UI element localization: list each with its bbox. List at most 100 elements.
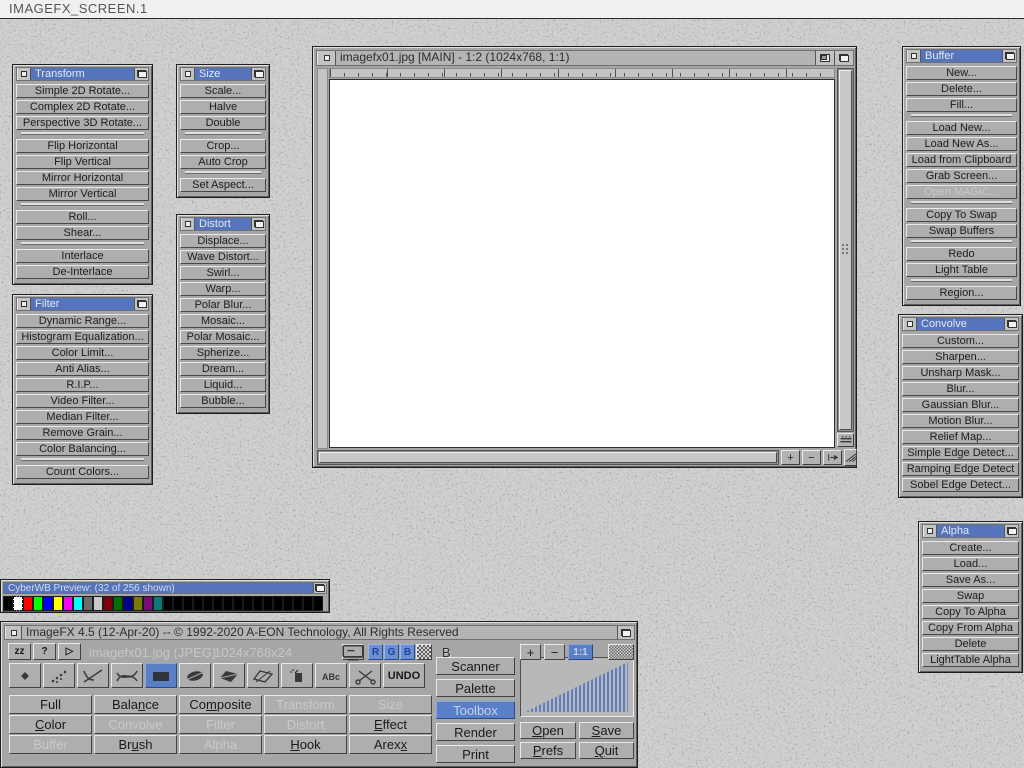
palette-button-load-new-as[interactable]: Load New As... bbox=[906, 137, 1017, 151]
palette-button-interlace[interactable]: Interlace bbox=[16, 249, 149, 263]
palette-button-redo[interactable]: Redo bbox=[906, 247, 1017, 261]
color-swatch[interactable] bbox=[113, 596, 123, 611]
zoom-one-to-one-button[interactable]: 1:1 bbox=[568, 644, 593, 660]
palette-button-median-filter[interactable]: Median Filter... bbox=[16, 410, 149, 424]
ruler-toggle-button[interactable] bbox=[837, 433, 854, 447]
color-swatch[interactable] bbox=[83, 596, 93, 611]
palette-button-simple-2d-rotate[interactable]: Simple 2D Rotate... bbox=[16, 84, 149, 98]
scissors-tool-button[interactable] bbox=[349, 663, 381, 688]
palette-button-count-colors[interactable]: Count Colors... bbox=[16, 465, 149, 479]
color-swatch[interactable] bbox=[73, 596, 83, 611]
color-swatch[interactable] bbox=[213, 596, 223, 611]
palette-button-video-filter[interactable]: Video Filter... bbox=[16, 394, 149, 408]
open-button[interactable]: Open bbox=[520, 722, 576, 739]
menu-button-balance[interactable]: Balance bbox=[94, 695, 177, 714]
text-tool-button[interactable]: ABc bbox=[315, 663, 347, 688]
palette-button-remove-grain[interactable]: Remove Grain... bbox=[16, 426, 149, 440]
palette-button-warp[interactable]: Warp... bbox=[180, 282, 266, 296]
palette-button-copy-from-alpha[interactable]: Copy From Alpha bbox=[922, 621, 1019, 635]
play-button[interactable]: ▷ bbox=[58, 643, 81, 660]
depth-gadget-icon[interactable] bbox=[313, 583, 326, 593]
palette-button-de-interlace[interactable]: De-Interlace bbox=[16, 265, 149, 279]
color-swatch[interactable] bbox=[253, 596, 263, 611]
palette-button-histogram-equalization[interactable]: Histogram Equalization... bbox=[16, 330, 149, 344]
channel-toggle-g[interactable]: G bbox=[384, 644, 399, 660]
palette-button-displace[interactable]: Displace... bbox=[180, 234, 266, 248]
palette-button-polar-blur[interactable]: Polar Blur... bbox=[180, 298, 266, 312]
depth-gadget-icon[interactable] bbox=[251, 68, 265, 80]
color-swatch[interactable] bbox=[283, 596, 293, 611]
color-swatch[interactable] bbox=[203, 596, 213, 611]
panel-button-print[interactable]: Print bbox=[436, 745, 515, 763]
color-swatch[interactable] bbox=[163, 596, 173, 611]
palette-button-dynamic-range[interactable]: Dynamic Range... bbox=[16, 314, 149, 328]
color-swatch[interactable] bbox=[23, 596, 33, 611]
color-swatch[interactable] bbox=[173, 596, 183, 611]
color-swatch[interactable] bbox=[263, 596, 273, 611]
color-swatch[interactable] bbox=[133, 596, 143, 611]
image-canvas[interactable] bbox=[329, 79, 835, 448]
menu-button-color[interactable]: Color bbox=[9, 715, 92, 734]
color-swatch[interactable] bbox=[233, 596, 243, 611]
palette-button-flip-horizontal[interactable]: Flip Horizontal bbox=[16, 139, 149, 153]
airbrush-tool-button[interactable] bbox=[43, 663, 75, 688]
ellipse-tool-button[interactable] bbox=[179, 663, 211, 688]
close-icon[interactable] bbox=[923, 525, 937, 537]
palette-button-double[interactable]: Double bbox=[180, 116, 266, 130]
palette-button-flip-vertical[interactable]: Flip Vertical bbox=[16, 155, 149, 169]
palette-button-simple-edge-detect[interactable]: Simple Edge Detect... bbox=[902, 446, 1019, 460]
depth-gadget-icon[interactable] bbox=[617, 626, 634, 639]
palette-button-sharpen[interactable]: Sharpen... bbox=[902, 350, 1019, 364]
palette-button-set-aspect[interactable]: Set Aspect... bbox=[180, 178, 266, 192]
channel-toggle-b[interactable]: B bbox=[400, 644, 415, 660]
color-swatch[interactable] bbox=[223, 596, 233, 611]
dither-pattern-button[interactable] bbox=[608, 644, 634, 660]
dot-tool-button[interactable] bbox=[9, 663, 41, 688]
color-swatch[interactable] bbox=[13, 596, 23, 611]
palette-button-perspective-3d-rotate[interactable]: Perspective 3D Rotate... bbox=[16, 116, 149, 130]
palette-button-shear[interactable]: Shear... bbox=[16, 226, 149, 240]
color-swatch[interactable] bbox=[143, 596, 153, 611]
curve-tool-button[interactable] bbox=[111, 663, 143, 688]
prefs-button[interactable]: Prefs bbox=[520, 742, 576, 759]
screen-mode-button[interactable] bbox=[342, 644, 364, 660]
horizontal-scrollbar[interactable] bbox=[317, 450, 779, 465]
palette-button-bubble[interactable]: Bubble... bbox=[180, 394, 266, 408]
palette-button-grab-screen[interactable]: Grab Screen... bbox=[906, 169, 1017, 183]
palette-button-anti-alias[interactable]: Anti Alias... bbox=[16, 362, 149, 376]
sleep-button[interactable]: zz bbox=[8, 643, 31, 660]
color-swatch[interactable] bbox=[53, 596, 63, 611]
palette-button-create[interactable]: Create... bbox=[922, 541, 1019, 555]
palette-button-dream[interactable]: Dream... bbox=[180, 362, 266, 376]
palette-button-lighttable-alpha[interactable]: LightTable Alpha bbox=[922, 653, 1019, 667]
palette-button-copy-to-swap[interactable]: Copy To Swap bbox=[906, 208, 1017, 222]
depth-gadget-icon[interactable] bbox=[134, 68, 148, 80]
palette-button-unsharp-mask[interactable]: Unsharp Mask... bbox=[902, 366, 1019, 380]
color-swatch[interactable] bbox=[153, 596, 163, 611]
color-swatch[interactable] bbox=[3, 596, 13, 611]
palette-button-complex-2d-rotate[interactable]: Complex 2D Rotate... bbox=[16, 100, 149, 114]
color-swatch[interactable] bbox=[123, 596, 133, 611]
palette-button-delete[interactable]: Delete bbox=[922, 637, 1019, 651]
zoom-gadget-icon[interactable] bbox=[815, 51, 834, 65]
menu-button-hook[interactable]: Hook bbox=[264, 735, 347, 754]
close-icon[interactable] bbox=[903, 318, 917, 330]
palette-button-polar-mosaic[interactable]: Polar Mosaic... bbox=[180, 330, 266, 344]
palette-button-new[interactable]: New... bbox=[906, 66, 1017, 80]
fill-tool-button[interactable] bbox=[281, 663, 313, 688]
palette-button-swap-buffers[interactable]: Swap Buffers bbox=[906, 224, 1017, 238]
menu-button-effect[interactable]: Effect bbox=[349, 715, 432, 734]
color-swatch[interactable] bbox=[313, 596, 323, 611]
step-arrow-button[interactable] bbox=[823, 450, 842, 465]
color-swatch[interactable] bbox=[43, 596, 53, 611]
palette-button-roll[interactable]: Roll... bbox=[16, 210, 149, 224]
channel-toggle-r[interactable]: R bbox=[368, 644, 383, 660]
depth-gadget-icon[interactable] bbox=[834, 51, 853, 65]
color-swatch[interactable] bbox=[93, 596, 103, 611]
zoom-in-button[interactable]: + bbox=[781, 450, 800, 465]
color-swatch[interactable] bbox=[103, 596, 113, 611]
panel-button-render[interactable]: Render bbox=[436, 723, 515, 741]
palette-button-blur[interactable]: Blur... bbox=[902, 382, 1019, 396]
palette-button-ramping-edge-detect[interactable]: Ramping Edge Detect bbox=[902, 462, 1019, 476]
color-swatch[interactable] bbox=[303, 596, 313, 611]
